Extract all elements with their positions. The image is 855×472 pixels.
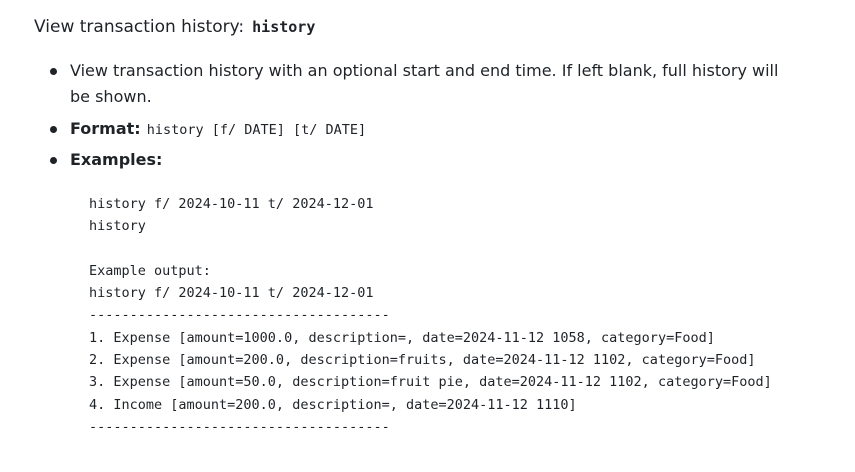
format-code: history [f/ DATE] [t/ DATE] [146, 122, 367, 138]
bullet-dot [50, 126, 57, 133]
description-text: View transaction history with an optiona… [70, 61, 779, 106]
code-line: ------------------------------------- [89, 418, 390, 435]
code-line: 1. Expense [amount=1000.0, description=,… [89, 329, 715, 346]
feature-bullet-list: View transaction history with an optiona… [0, 58, 855, 173]
code-line: history f/ 2024-10-11 t/ 2024-12-01 [89, 285, 374, 302]
bullet-description: View transaction history with an optiona… [0, 58, 800, 110]
examples-label: Examples: [70, 150, 163, 169]
code-line: 3. Expense [amount=50.0, description=fru… [89, 374, 772, 391]
format-label: Format: [70, 119, 141, 138]
document-page: View transaction history: history View tr… [0, 0, 855, 472]
example-code-block: history f/ 2024-10-11 t/ 2024-12-01 histo… [89, 193, 772, 438]
code-line: 4. Income [amount=200.0, description=, d… [89, 396, 577, 413]
code-line: Example output: [89, 262, 211, 279]
code-line: history f/ 2024-10-11 t/ 2024-12-01 [89, 196, 374, 212]
code-line: 2. Expense [amount=200.0, description=fr… [89, 352, 756, 369]
bullet-format: Format: history [f/ DATE] [t/ DATE] [0, 116, 800, 143]
section-heading-label: View transaction history: [34, 17, 245, 37]
bullet-examples: Examples: [0, 147, 800, 173]
code-line: history [89, 218, 146, 235]
bullet-dot [50, 157, 57, 164]
heading-command-code: history [252, 18, 316, 36]
bullet-dot [50, 68, 57, 75]
code-line: ------------------------------------- [89, 307, 390, 324]
section-heading: View transaction history: history [34, 15, 315, 39]
